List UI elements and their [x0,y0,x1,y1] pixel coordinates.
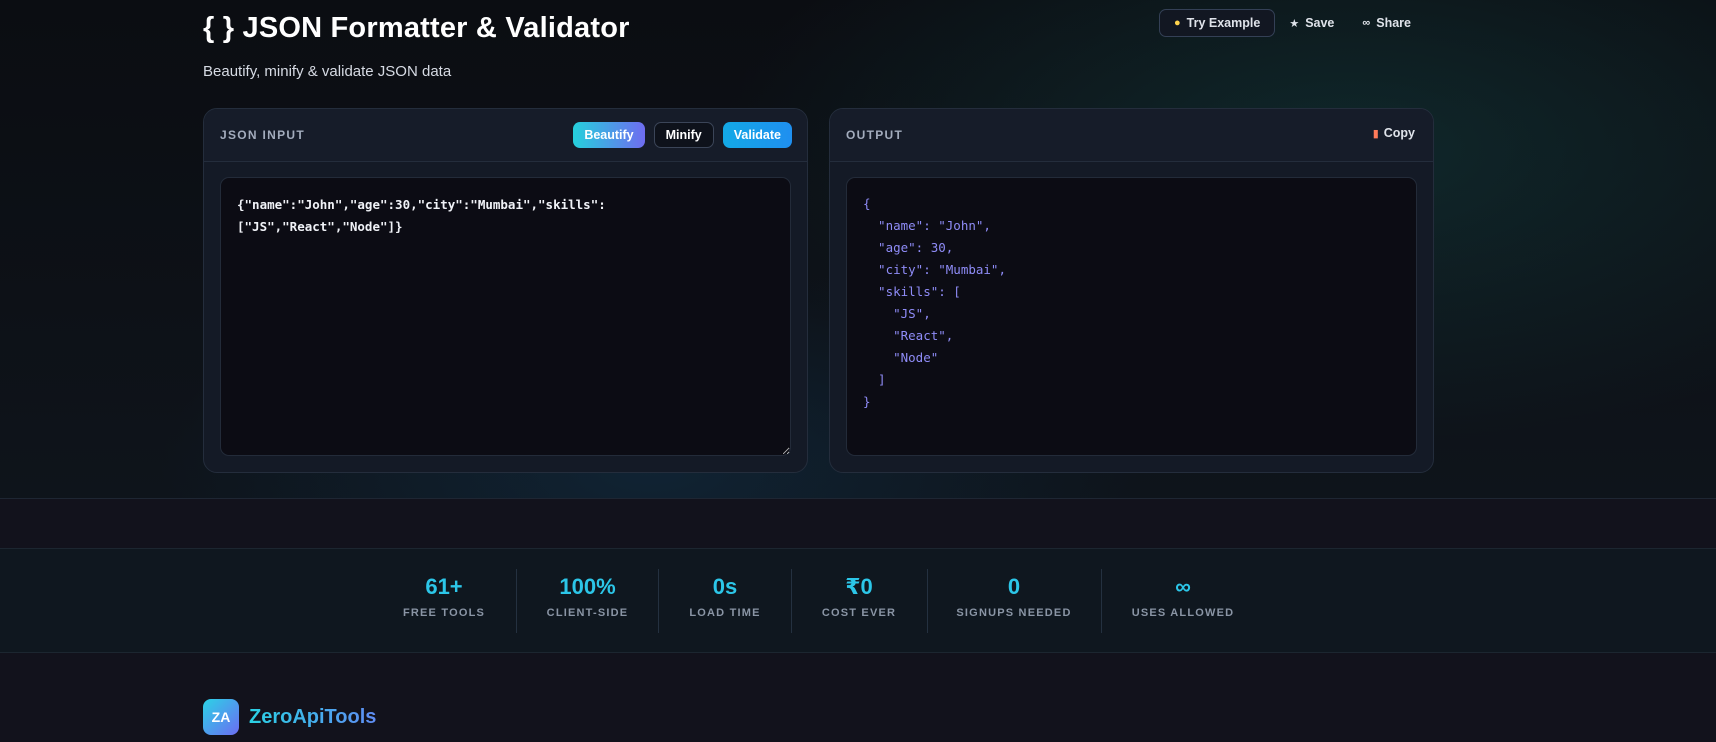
stat-item: ₹0 COST EVER [807,549,911,652]
page: { } JSON Formatter & Validator Beautify,… [0,0,1716,742]
page-subtitle: Beautify, minify & validate JSON data [203,63,452,80]
stat-divider [1101,569,1102,633]
output-box: { "name": "John", "age": 30, "city": "Mu… [846,177,1417,456]
hero-section: { } JSON Formatter & Validator Beautify,… [0,0,1716,499]
stat-item: 0 SIGNUPS NEEDED [944,549,1084,652]
json-input-header: JSON INPUT Beautify Minify Validate [204,109,807,162]
lightbulb-icon: ● [1174,17,1181,29]
copy-label: Copy [1383,126,1415,140]
stat-label: USES ALLOWED [1131,607,1235,619]
stat-label: LOAD TIME [689,607,761,619]
output-label: OUTPUT [846,128,904,142]
json-input-textarea[interactable] [221,178,790,455]
stats-bar: 61+ FREE TOOLS 100% CLIENT-SIDE 0s LOAD … [0,548,1716,653]
save-button[interactable]: ★ Save [1275,9,1348,37]
header-actions: ● Try Example ★ Save ∞ Share [1159,9,1425,37]
stat-divider [791,569,792,633]
stat-value: 100% [559,574,616,599]
stat-value: 0 [1007,574,1021,599]
minify-button[interactable]: Minify [653,122,714,148]
json-input-box [220,177,791,456]
beautify-button[interactable]: Beautify [573,122,645,148]
stat-value: ₹0 [845,574,873,599]
brand-logo: ZA [203,699,239,735]
try-example-label: Try Example [1186,16,1261,30]
brand-name: ZeroApiTools [249,705,377,728]
validate-button[interactable]: Validate [722,122,792,148]
clipboard-icon: ▮ [1372,127,1379,140]
share-label: Share [1376,16,1411,30]
json-input-label: JSON INPUT [220,128,306,142]
json-output-text: { "name": "John", "age": 30, "city": "Mu… [863,196,1006,409]
stat-divider [516,569,517,633]
stat-label: SIGNUPS NEEDED [956,607,1072,619]
output-header: OUTPUT ▮ Copy [830,109,1433,162]
stat-item: ∞ USES ALLOWED [1118,549,1248,652]
copy-button[interactable]: ▮ Copy [1373,126,1415,140]
stat-divider [658,569,659,633]
share-button[interactable]: ∞ Share [1348,9,1425,37]
star-icon: ★ [1289,17,1300,30]
footer-brand[interactable]: ZA ZeroApiTools [203,699,376,735]
page-title: { } JSON Formatter & Validator [203,12,630,44]
json-input-actions: Beautify Minify Validate [573,122,792,148]
stat-item: 61+ FREE TOOLS [387,549,501,652]
stat-label: FREE TOOLS [402,607,486,619]
json-input-panel: JSON INPUT Beautify Minify Validate [203,108,808,473]
stat-value: ∞ [1175,574,1191,599]
stat-item: 100% CLIENT-SIDE [533,549,642,652]
stat-label: COST EVER [821,607,897,619]
try-example-button[interactable]: ● Try Example [1159,9,1276,37]
link-icon: ∞ [1362,17,1371,29]
stat-value: 61+ [425,574,463,599]
stat-value: 0s [712,574,738,599]
save-label: Save [1305,16,1335,30]
stat-divider [927,569,928,633]
output-panel: OUTPUT ▮ Copy { "name": "John", "age": 3… [829,108,1434,473]
stat-label: CLIENT-SIDE [546,607,629,619]
stat-item: 0s LOAD TIME [675,549,775,652]
